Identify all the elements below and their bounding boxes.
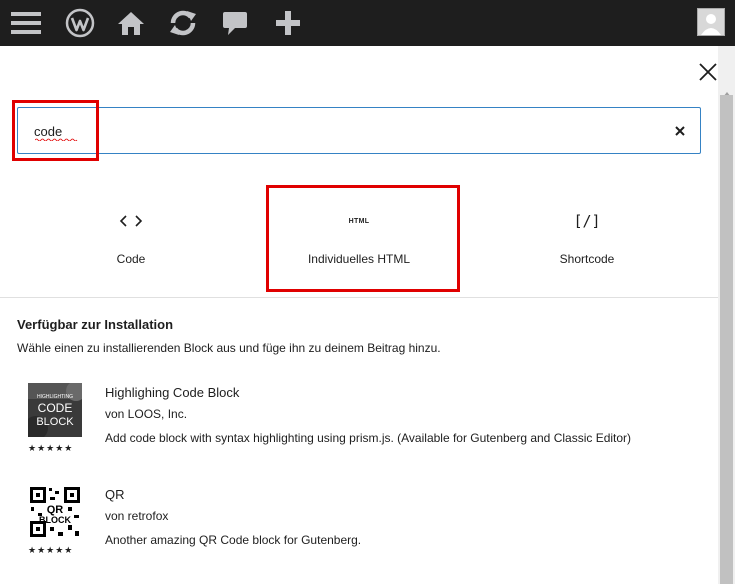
search-field[interactable]: [17, 107, 701, 154]
updates-icon[interactable]: [166, 7, 200, 39]
search-input[interactable]: [34, 120, 634, 142]
rating-stars: ★★★★★: [28, 545, 74, 555]
block-code[interactable]: Code: [51, 196, 211, 286]
admin-bar: [0, 0, 735, 46]
divider: [0, 297, 718, 298]
plus-icon[interactable]: [271, 7, 305, 39]
annotation-highlight: [12, 100, 99, 161]
section-title: Verfügbar zur Installation: [17, 317, 174, 332]
plugin-item[interactable]: HIGHLIGHTING CODE BLOCK ★★★★★ Highlighin…: [24, 381, 708, 473]
code-icon: [51, 196, 211, 246]
highlighting-code-block-thumbnail: HIGHLIGHTING CODE BLOCK: [24, 381, 86, 440]
shortcode-icon-text: [/]: [573, 212, 601, 230]
clear-search-icon[interactable]: [672, 123, 688, 139]
plugin-name: QR: [105, 487, 125, 502]
menu-icon[interactable]: [9, 7, 43, 39]
plugin-name: Highlighing Code Block: [105, 385, 240, 400]
comments-icon[interactable]: [218, 7, 252, 39]
block-label: Code: [116, 252, 146, 266]
annotation-highlight: [266, 185, 460, 292]
section-description: Wähle einen zu installierenden Block aus…: [17, 341, 441, 355]
home-icon[interactable]: [114, 7, 148, 39]
close-icon[interactable]: [697, 61, 719, 83]
block-label: Shortcode: [559, 252, 615, 266]
qr-block-thumbnail: QR BLOCK: [28, 485, 82, 539]
scrollbar-thumb[interactable]: [720, 95, 733, 584]
thumb-text: BLOCK: [36, 416, 74, 428]
thumb-text: CODE: [38, 401, 73, 415]
thumb-text: HIGHLIGHTING: [37, 394, 73, 400]
thumb-text: BLOCK: [39, 515, 71, 525]
plugin-description: Another amazing QR Code block for Gutenb…: [105, 533, 362, 547]
block-shortcode[interactable]: [/] Shortcode: [507, 196, 667, 286]
plugin-item[interactable]: QR BLOCK ★★★★★ QR von retrofox Another a…: [28, 485, 708, 575]
plugin-description: Add code block with syntax highlighting …: [105, 431, 632, 445]
rating-stars: ★★★★★: [28, 443, 74, 453]
avatar[interactable]: [697, 8, 725, 36]
plugin-author: von LOOS, Inc.: [105, 407, 188, 421]
shortcode-icon: [/]: [507, 196, 667, 246]
wordpress-logo-icon[interactable]: [63, 7, 97, 39]
plugin-author: von retrofox: [105, 509, 169, 523]
